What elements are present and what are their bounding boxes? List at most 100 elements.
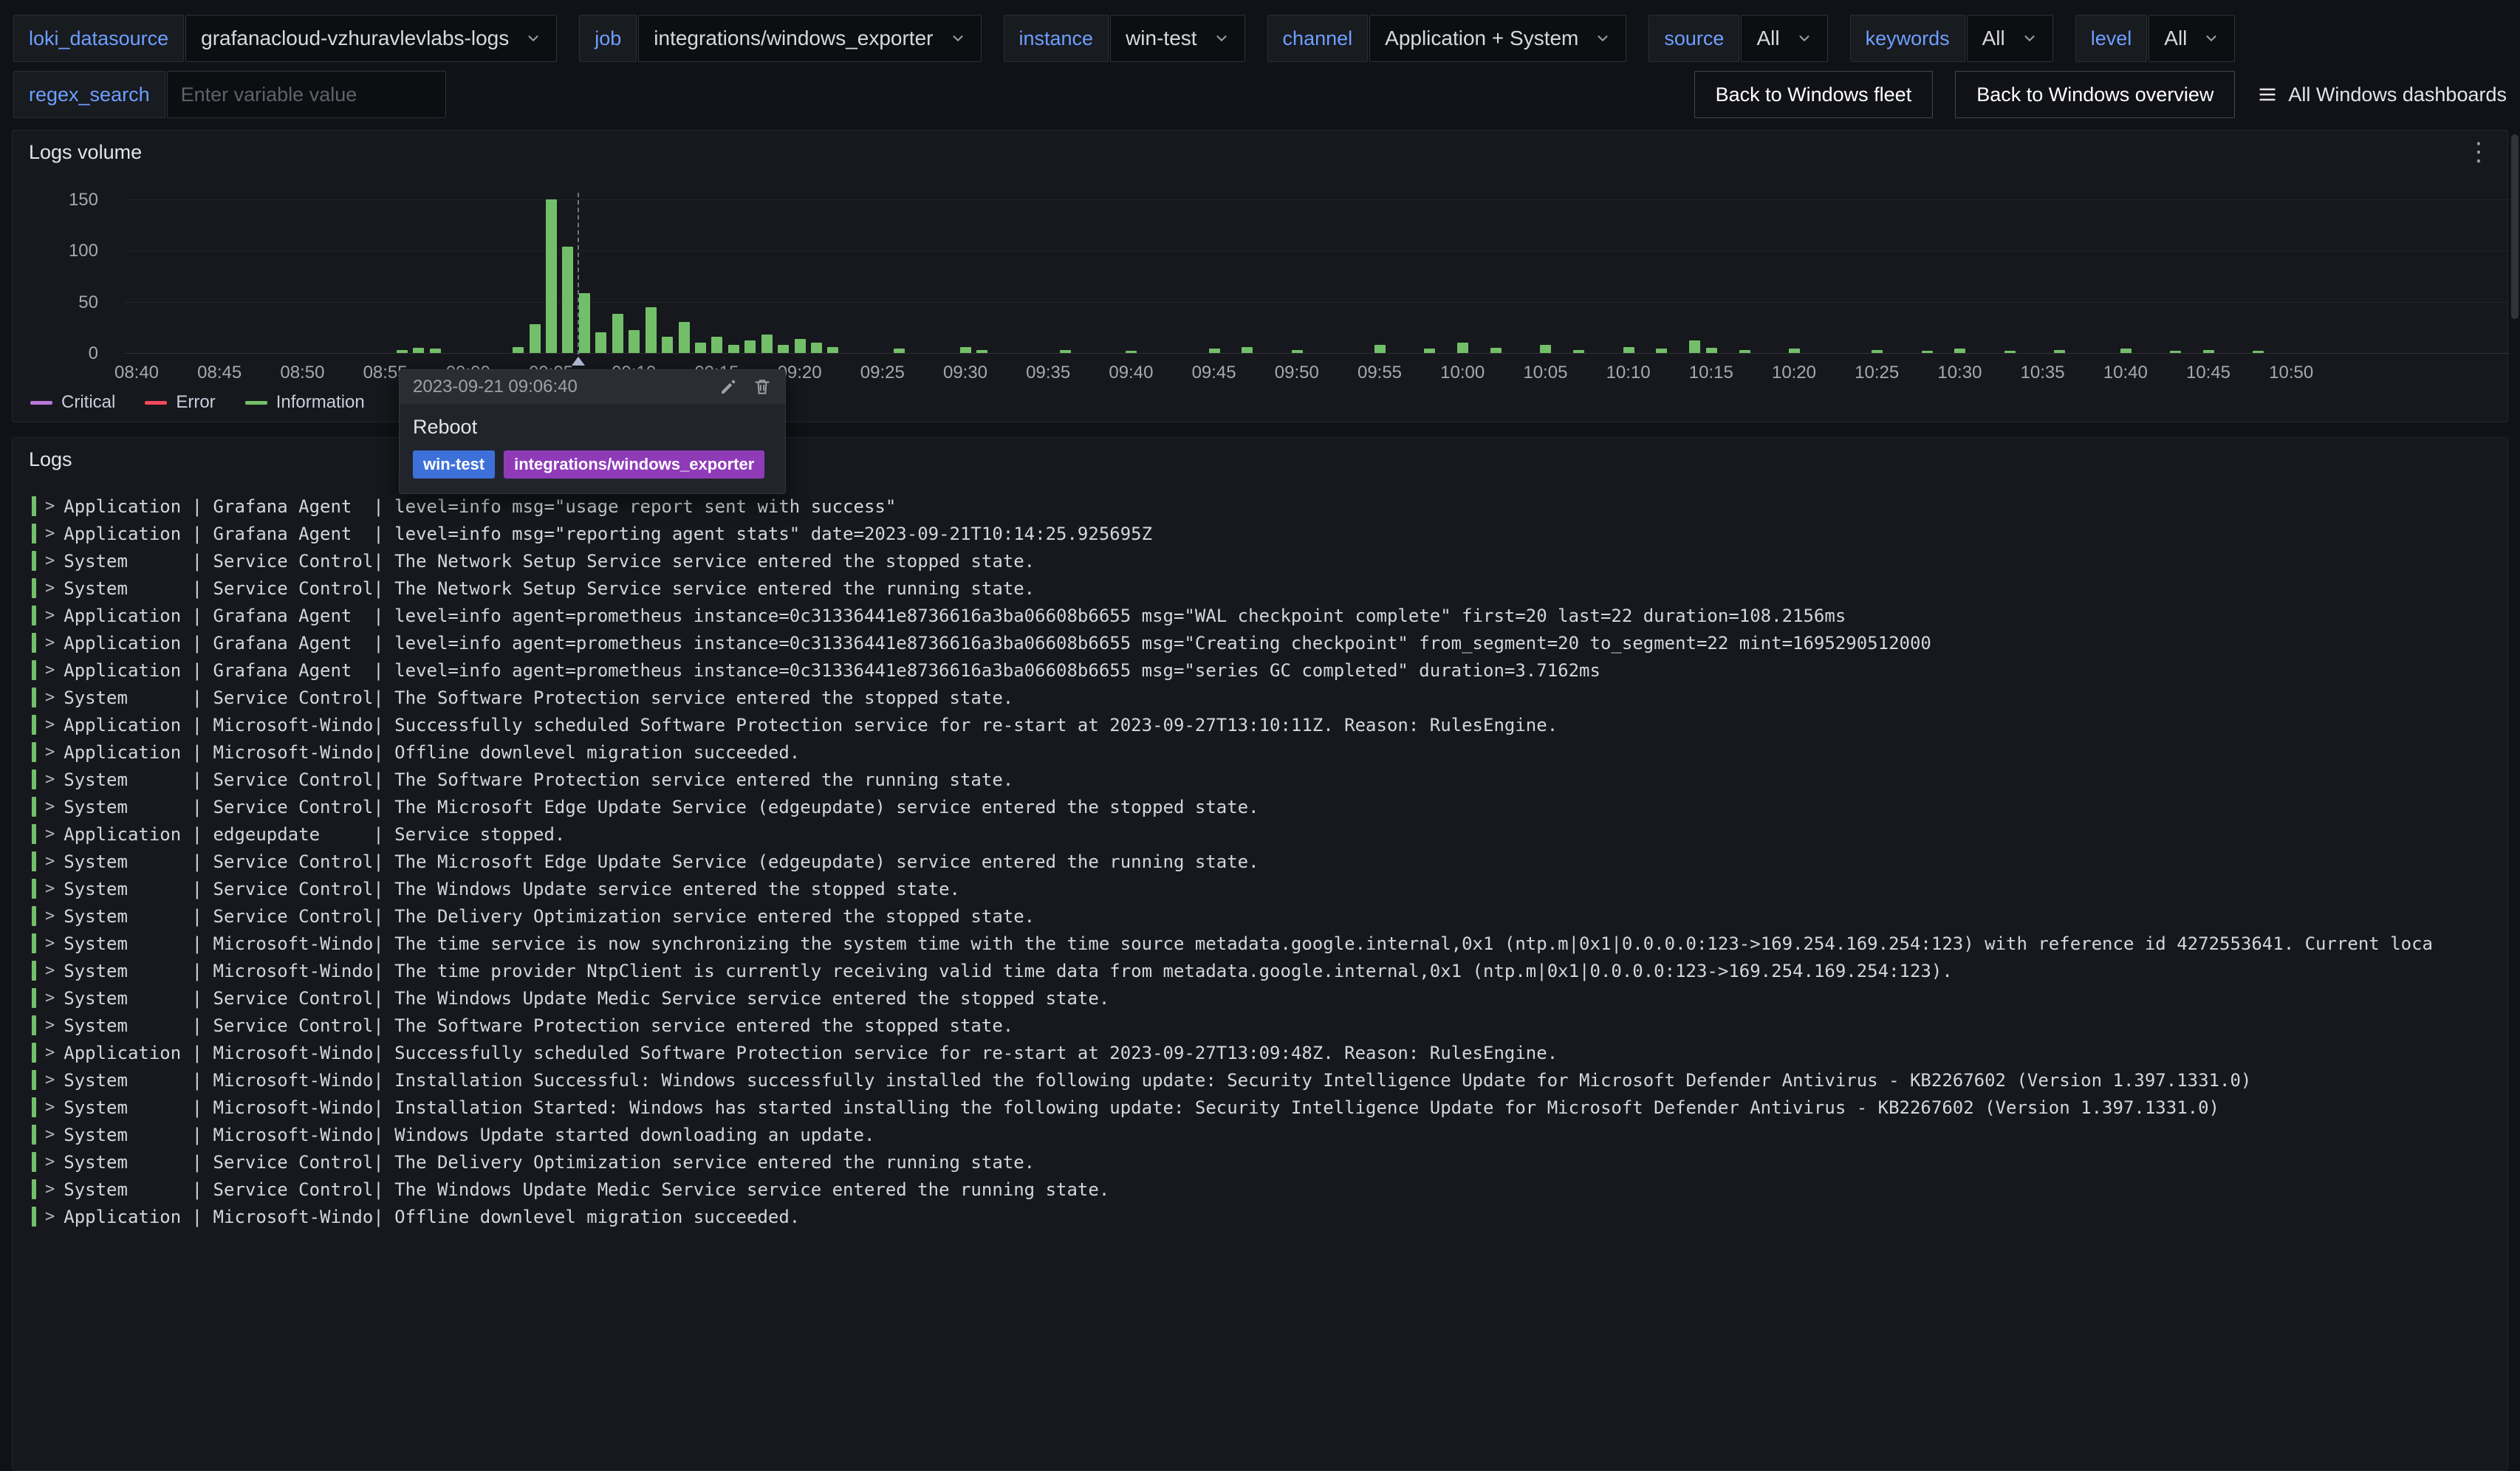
log-row[interactable]: > Application | Grafana Agent | level=in… [13, 520, 2507, 547]
expand-chevron-icon[interactable]: > [45, 688, 55, 707]
log-row[interactable]: > System | Service Control| The Windows … [13, 984, 2507, 1012]
x-axis-baseline [125, 353, 2509, 354]
expand-chevron-icon[interactable]: > [45, 743, 55, 761]
back-to-windows-overview-button[interactable]: Back to Windows overview [1955, 71, 2235, 118]
volume-bar [2170, 351, 2181, 353]
log-row[interactable]: > System | Service Control| The Network … [13, 547, 2507, 575]
log-row[interactable]: > Application | Microsoft-Windo| Success… [13, 1039, 2507, 1066]
expand-chevron-icon[interactable]: > [45, 1207, 55, 1226]
log-level-indicator [32, 688, 36, 707]
expand-chevron-icon[interactable]: > [45, 1125, 55, 1144]
log-line: System | Service Control| The Software P… [64, 1015, 1013, 1036]
log-row[interactable]: > System | Microsoft-Windo| Installation… [13, 1066, 2507, 1094]
log-row[interactable]: > System | Service Control| The Delivery… [13, 902, 2507, 930]
log-row[interactable]: > Application | Grafana Agent | level=in… [13, 656, 2507, 684]
back-to-windows-fleet-button[interactable]: Back to Windows fleet [1694, 71, 1934, 118]
expand-chevron-icon[interactable]: > [45, 1098, 55, 1117]
variable-dropdown[interactable]: All [2148, 15, 2235, 62]
expand-chevron-icon[interactable]: > [45, 497, 55, 515]
variable-dropdown[interactable]: All [1741, 15, 1827, 62]
legend-item[interactable]: Critical [30, 392, 115, 413]
expand-chevron-icon[interactable]: > [45, 1016, 55, 1035]
log-row[interactable]: > System | Service Control| The Windows … [13, 1176, 2507, 1203]
x-tick-label: 10:05 [1523, 363, 1567, 383]
expand-chevron-icon[interactable]: > [45, 716, 55, 734]
variable-control: level All [2075, 15, 2236, 62]
variable-dropdown[interactable]: Application + System [1369, 15, 1626, 62]
volume-bar [595, 332, 606, 353]
log-row[interactable]: > System | Service Control| The Microsof… [13, 848, 2507, 875]
log-row[interactable]: > Application | Microsoft-Windo| Success… [13, 711, 2507, 738]
expand-chevron-icon[interactable]: > [45, 961, 55, 980]
volume-bar [1706, 348, 1717, 353]
log-row[interactable]: > System | Service Control| The Microsof… [13, 793, 2507, 820]
variable-dropdown[interactable]: win-test [1110, 15, 1244, 62]
log-row[interactable]: > System | Microsoft-Windo| The time ser… [13, 930, 2507, 957]
expand-chevron-icon[interactable]: > [45, 770, 55, 789]
regex-search-input[interactable] [167, 71, 446, 118]
delete-annotation-icon[interactable] [753, 377, 772, 397]
log-level-indicator [32, 1179, 36, 1199]
log-line: System | Service Control| The Microsoft … [64, 851, 1259, 872]
toolbar-links: Back to Windows fleet Back to Windows ov… [1694, 71, 2507, 118]
toolbar-second-row: regex_search Back to Windows fleet Back … [13, 71, 2507, 118]
expand-chevron-icon[interactable]: > [45, 825, 55, 843]
chevron-down-icon [2021, 30, 2038, 47]
log-row[interactable]: > Application | Grafana Agent | level=in… [13, 602, 2507, 629]
expand-chevron-icon[interactable]: > [45, 524, 55, 543]
logs-panel: Logs > Application | Grafana Agent | lev… [12, 437, 2508, 1471]
annotation-tag[interactable]: win-test [413, 450, 495, 479]
kebab-menu-icon[interactable]: ⋮ [2466, 140, 2491, 165]
y-tick-label: 150 [69, 190, 98, 210]
variable-dropdown[interactable]: grafanacloud-vzhuravlevlabs-logs [185, 15, 557, 62]
legend-item[interactable]: Error [145, 392, 215, 413]
expand-chevron-icon[interactable]: > [45, 634, 55, 652]
legend-item[interactable]: Information [245, 392, 365, 413]
expand-chevron-icon[interactable]: > [45, 579, 55, 597]
log-row[interactable]: > System | Service Control| The Software… [13, 1012, 2507, 1039]
variable-value: All [1982, 27, 2005, 50]
log-row[interactable]: > System | Service Control| The Software… [13, 766, 2507, 793]
expand-chevron-icon[interactable]: > [45, 552, 55, 570]
all-windows-dashboards-link[interactable]: All Windows dashboards [2257, 83, 2507, 106]
log-row[interactable]: > Application | Grafana Agent | level=in… [13, 629, 2507, 656]
log-row[interactable]: > System | Microsoft-Windo| Windows Upda… [13, 1121, 2507, 1148]
log-row[interactable]: > System | Service Control| The Windows … [13, 875, 2507, 902]
page-scrollbar-thumb[interactable] [2511, 134, 2519, 319]
x-tick-label: 10:25 [1855, 363, 1899, 383]
expand-chevron-icon[interactable]: > [45, 907, 55, 925]
log-row[interactable]: > System | Service Control| The Software… [13, 684, 2507, 711]
log-row[interactable]: > Application | Microsoft-Windo| Offline… [13, 738, 2507, 766]
expand-chevron-icon[interactable]: > [45, 1071, 55, 1089]
edit-annotation-icon[interactable] [719, 377, 738, 397]
volume-bar [579, 293, 590, 353]
log-row[interactable]: > System | Service Control| The Network … [13, 575, 2507, 602]
expand-chevron-icon[interactable]: > [45, 879, 55, 898]
variable-dropdown[interactable]: integrations/windows_exporter [638, 15, 981, 62]
log-row[interactable]: > System | Microsoft-Windo| The time pro… [13, 957, 2507, 984]
gridline [125, 199, 2509, 200]
log-row[interactable]: > Application | edgeupdate | Service sto… [13, 820, 2507, 848]
volume-bar [1540, 345, 1551, 353]
x-tick-label: 08:40 [114, 363, 159, 383]
expand-chevron-icon[interactable]: > [45, 1180, 55, 1199]
expand-chevron-icon[interactable]: > [45, 661, 55, 679]
log-line: Application | edgeupdate | Service stopp… [64, 824, 565, 845]
volume-bar [679, 322, 690, 353]
expand-chevron-icon[interactable]: > [45, 1043, 55, 1062]
expand-chevron-icon[interactable]: > [45, 606, 55, 625]
expand-chevron-icon[interactable]: > [45, 798, 55, 816]
expand-chevron-icon[interactable]: > [45, 1153, 55, 1171]
log-row[interactable]: > Application | Grafana Agent | level=in… [13, 493, 2507, 520]
volume-bar [513, 347, 524, 353]
log-row[interactable]: > Application | Microsoft-Windo| Offline… [13, 1203, 2507, 1230]
variable-control: source All [1648, 15, 1827, 62]
x-tick-label: 10:40 [2103, 363, 2148, 383]
variable-dropdown[interactable]: All [1967, 15, 2053, 62]
log-row[interactable]: > System | Service Control| The Delivery… [13, 1148, 2507, 1176]
expand-chevron-icon[interactable]: > [45, 852, 55, 871]
expand-chevron-icon[interactable]: > [45, 934, 55, 953]
annotation-tag[interactable]: integrations/windows_exporter [504, 450, 764, 479]
expand-chevron-icon[interactable]: > [45, 989, 55, 1007]
log-row[interactable]: > System | Microsoft-Windo| Installation… [13, 1094, 2507, 1121]
